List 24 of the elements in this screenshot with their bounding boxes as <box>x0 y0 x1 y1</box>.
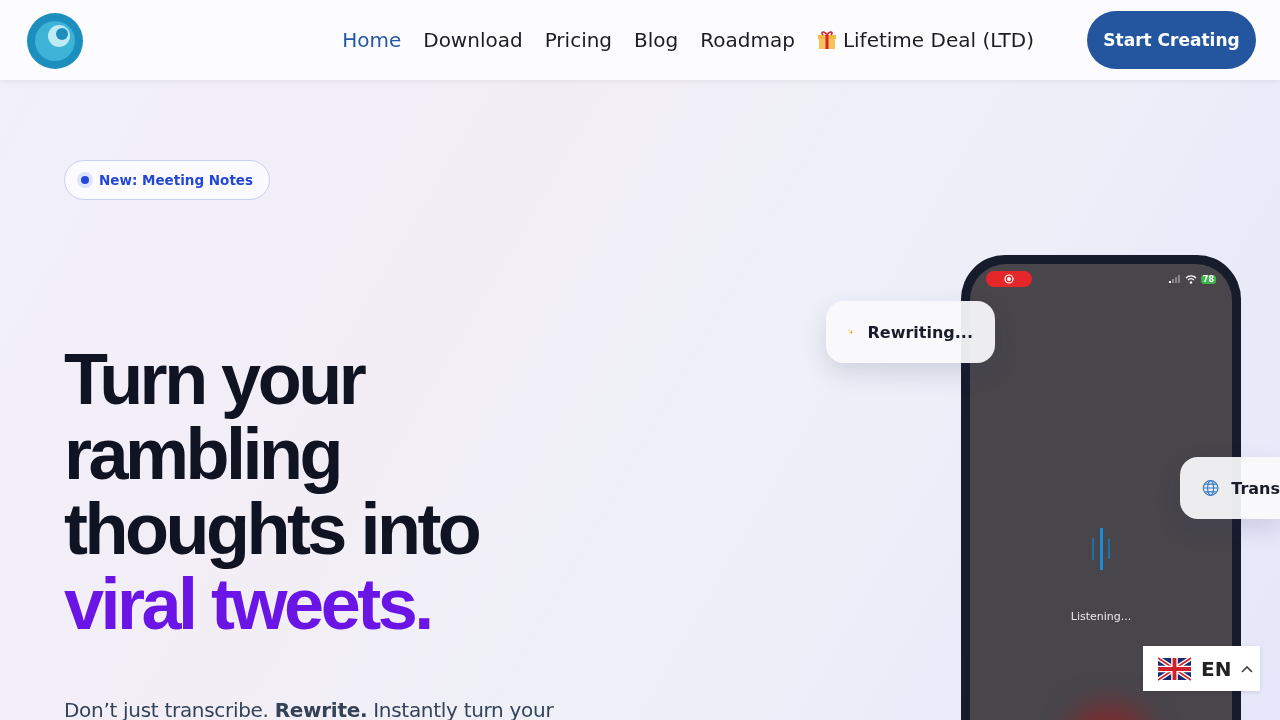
status-card: Trans <box>1180 457 1280 519</box>
nav-link[interactable]: Pricing <box>533 28 624 52</box>
status-card: Rewriting... <box>826 301 995 363</box>
wave-logo[interactable] <box>26 10 84 70</box>
listening-status: Listening... <box>1070 610 1132 623</box>
language-code[interactable]: EN <box>1201 656 1232 681</box>
headline: Turn your rambling thoughts into <box>64 339 479 569</box>
nav-link[interactable]: Home <box>331 28 413 52</box>
uk-flag-icon <box>1158 656 1191 681</box>
nav-link[interactable]: Blog <box>623 28 690 52</box>
nav-link[interactable]: Roadmap <box>689 28 806 52</box>
record-icon <box>1004 274 1014 284</box>
dot-icon <box>77 172 93 188</box>
caret-up-icon[interactable] <box>1241 664 1254 673</box>
nav-link[interactable]: Lifetime Deal (LTD) <box>805 28 1045 52</box>
gift-icon <box>816 30 837 50</box>
announcement-badge[interactable]: New: Meeting Notes <box>64 160 271 200</box>
signal-icon <box>1168 275 1181 283</box>
nav-link[interactable]: Download <box>412 28 534 52</box>
wifi-icon <box>1184 274 1197 284</box>
sound-wave-icon <box>1091 528 1111 570</box>
start-creating-button[interactable]: Start Creating <box>1087 11 1256 69</box>
battery-level: 78 <box>1200 274 1216 284</box>
globe-icon <box>1202 478 1220 498</box>
